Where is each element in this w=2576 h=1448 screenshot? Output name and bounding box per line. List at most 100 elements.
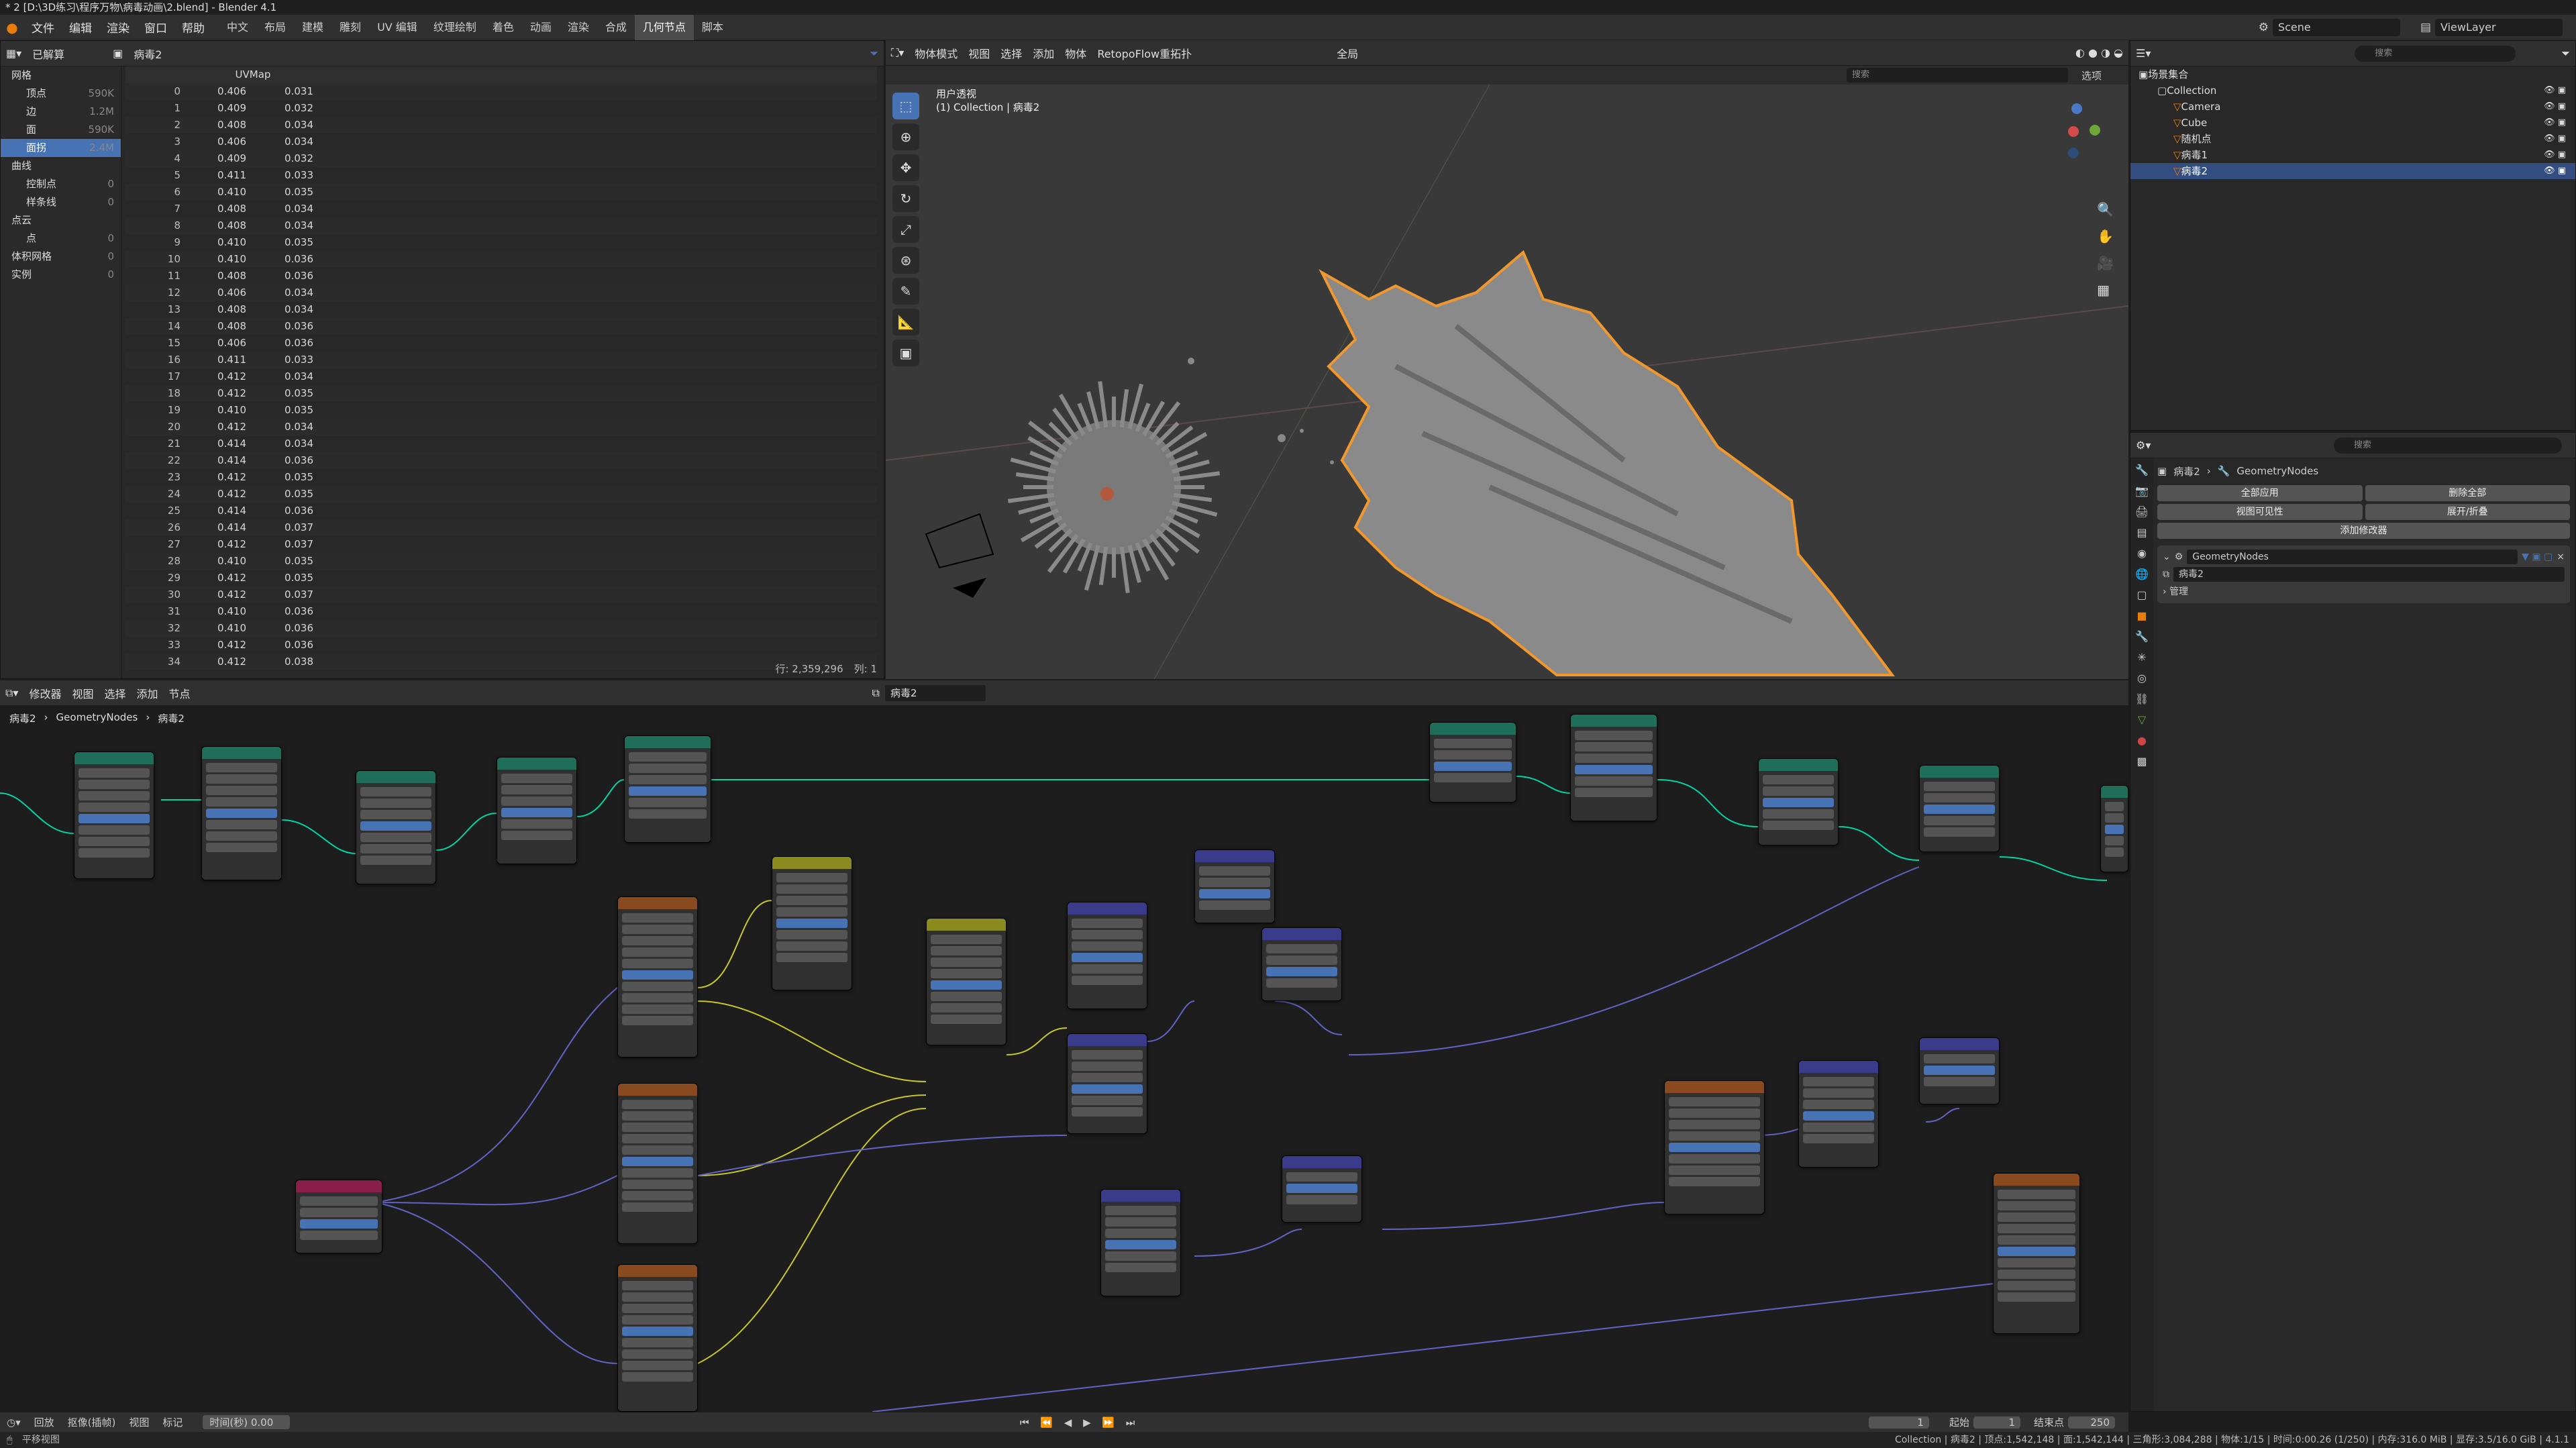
node[interactable] (1919, 765, 2000, 852)
node-menu-item[interactable]: 修改器 (23, 685, 66, 701)
menu-item[interactable]: 编辑 (62, 19, 99, 36)
node-field[interactable] (1575, 754, 1653, 763)
node-field[interactable] (1669, 1143, 1760, 1152)
node-field[interactable] (622, 925, 693, 934)
node[interactable] (1919, 1037, 2000, 1104)
node-field[interactable] (206, 786, 277, 795)
options-button[interactable]: 选项 (2068, 68, 2128, 83)
node-field[interactable] (1072, 964, 1143, 974)
node-header[interactable] (1195, 850, 1274, 862)
navigation-gizmo[interactable] (2041, 101, 2108, 168)
node[interactable] (2100, 785, 2128, 872)
editor-type-icon[interactable]: ⛶▾ (886, 46, 909, 60)
node-field[interactable] (360, 833, 431, 842)
viewport-menu-item[interactable]: RetopoFlow重拓扑 (1092, 45, 1197, 61)
node-header[interactable] (927, 919, 1006, 931)
node-header[interactable] (1759, 759, 1838, 771)
apply-all-button[interactable]: 全部应用 (2157, 485, 2363, 501)
node-field[interactable] (1998, 1224, 2075, 1233)
scene-selector[interactable]: Scene (2272, 18, 2400, 36)
node-field[interactable] (776, 930, 847, 939)
node-field[interactable] (1105, 1217, 1176, 1227)
node-header[interactable] (618, 897, 697, 909)
node-field[interactable] (776, 884, 847, 894)
zoom-icon[interactable]: 🔍 (2097, 201, 2114, 217)
render-tab-icon[interactable]: 📷 (2135, 484, 2149, 497)
time-field[interactable]: 时间(秒) 0.00 (203, 1415, 291, 1429)
workspace-tab[interactable]: 几何节点 (634, 14, 694, 40)
node[interactable] (1758, 758, 1839, 845)
node-header[interactable] (1799, 1061, 1878, 1073)
node[interactable] (617, 896, 698, 1057)
spreadsheet-object[interactable]: 病毒2 (128, 46, 167, 62)
node-field[interactable] (1199, 878, 1270, 887)
node-field[interactable] (776, 953, 847, 962)
node-field[interactable] (1924, 1066, 1995, 1075)
node[interactable] (295, 1180, 382, 1253)
domain-item[interactable]: 网格 (1, 66, 121, 85)
manage-panel[interactable]: › 管理 (2163, 583, 2565, 601)
node-field[interactable] (629, 786, 707, 796)
node-field[interactable] (360, 787, 431, 796)
workspace-tab[interactable]: 雕刻 (331, 15, 369, 40)
node-header[interactable] (1068, 1034, 1147, 1046)
node-field[interactable] (622, 959, 693, 968)
node-field[interactable] (1763, 775, 1834, 784)
viewport-shading-icon[interactable]: ◐ ● ◑ ◒ (2070, 46, 2128, 59)
workspace-tab[interactable]: 合成 (597, 15, 635, 40)
node-field[interactable] (79, 768, 150, 778)
outliner-item[interactable]: ▽ 病毒1 👁 ▣ (2130, 147, 2575, 163)
node-field[interactable] (622, 913, 693, 923)
node-field[interactable] (1924, 816, 1995, 825)
node-field[interactable] (1998, 1190, 2075, 1199)
editor-type-icon[interactable]: ⚙▾ (2130, 439, 2156, 452)
node-field[interactable] (300, 1219, 378, 1229)
node-field[interactable] (79, 803, 150, 812)
node-field[interactable] (1763, 821, 1834, 830)
workspace-tab[interactable]: 脚本 (694, 15, 731, 40)
viewport-menu-item[interactable]: 选择 (995, 45, 1027, 61)
node-field[interactable] (79, 791, 150, 800)
node-field[interactable] (1072, 1084, 1143, 1094)
output-tab-icon[interactable]: 🖨 (2135, 505, 2149, 518)
node-field[interactable] (2105, 825, 2124, 834)
node-field[interactable] (622, 1292, 693, 1302)
node-header[interactable] (772, 857, 852, 869)
node-field[interactable] (1669, 1166, 1760, 1175)
scene-icon[interactable]: ⚙ (2255, 21, 2273, 34)
modifier-toggles[interactable]: ▼ ▣ ▢ (2522, 552, 2553, 562)
node-field[interactable] (300, 1196, 378, 1206)
node-field[interactable] (79, 780, 150, 789)
node-field[interactable] (2105, 836, 2124, 845)
node-header[interactable] (618, 1265, 697, 1277)
node-field[interactable] (1072, 976, 1143, 985)
node-field[interactable] (1575, 742, 1653, 752)
node-field[interactable] (1998, 1292, 2075, 1302)
node-field[interactable] (1105, 1263, 1176, 1272)
visibility-icon[interactable]: 👁 ▣ (2544, 131, 2566, 147)
node-field[interactable] (1199, 866, 1270, 876)
timeline-menu-item[interactable]: 视图 (122, 1415, 156, 1429)
start-frame-field[interactable]: 1 (1973, 1416, 2020, 1429)
node-field[interactable] (206, 820, 277, 829)
node-field[interactable] (1072, 1050, 1143, 1059)
node[interactable] (1664, 1080, 1765, 1214)
domain-item[interactable]: 面 590K (1, 121, 121, 139)
node-header[interactable] (625, 736, 711, 748)
node-field[interactable] (79, 825, 150, 835)
menu-item[interactable]: 窗口 (137, 19, 174, 36)
chevron-down-icon[interactable]: ⌄ (2163, 552, 2171, 562)
viewport-menu-item[interactable]: 物体模式 (909, 45, 963, 61)
node-field[interactable] (206, 797, 277, 807)
node-field[interactable] (622, 1191, 693, 1200)
node-field[interactable] (1105, 1240, 1176, 1249)
domain-item[interactable]: 面拐 2.4M (1, 139, 121, 157)
node-field[interactable] (79, 837, 150, 846)
node-field[interactable] (1072, 1096, 1143, 1105)
transform-orientation[interactable]: 全局 (1331, 45, 1363, 61)
node-field[interactable] (622, 1315, 693, 1325)
node-header[interactable] (1262, 928, 1341, 940)
node-field[interactable] (622, 982, 693, 991)
node[interactable] (1100, 1189, 1181, 1296)
node[interactable] (74, 752, 154, 879)
